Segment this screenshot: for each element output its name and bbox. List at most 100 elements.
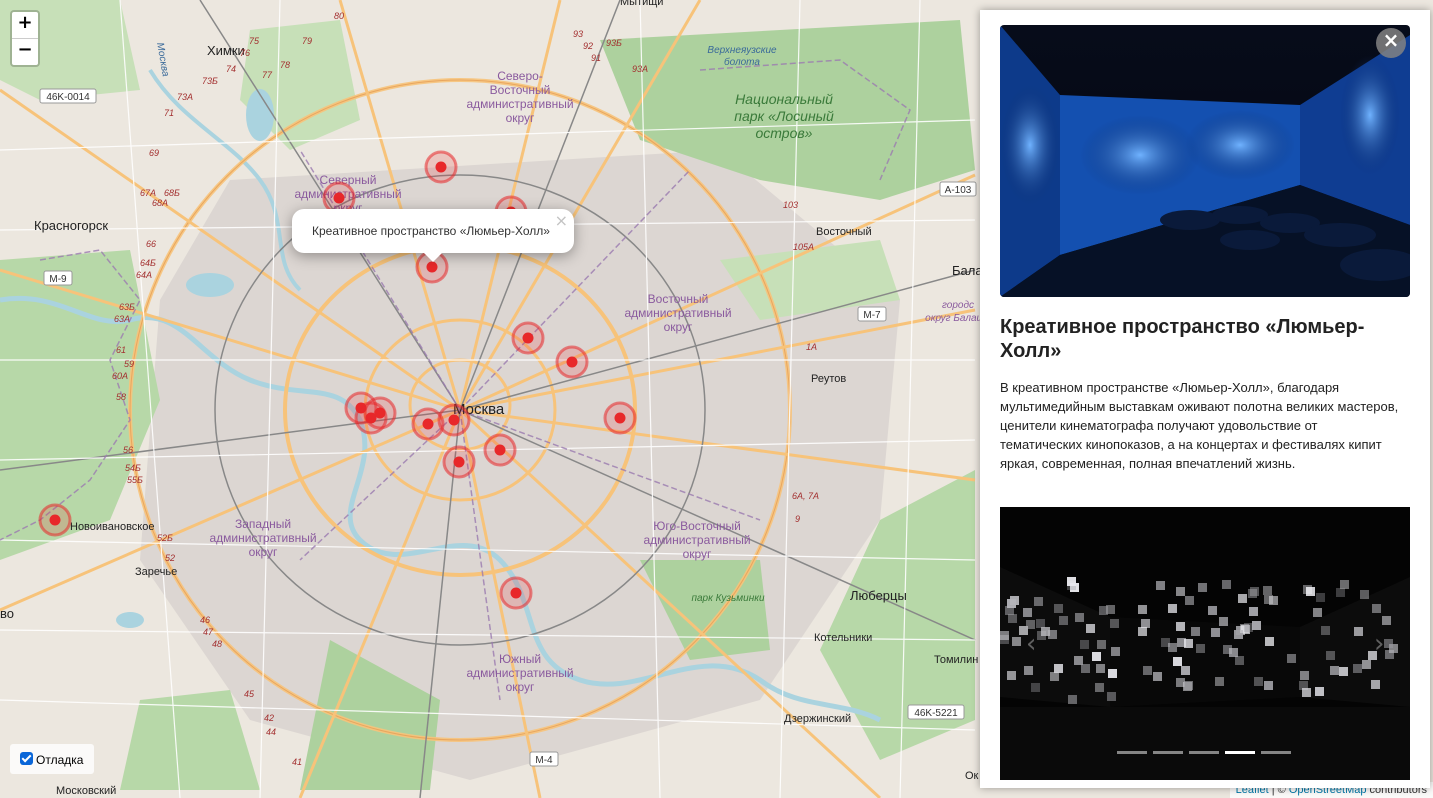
route-number: 74 [226,64,236,74]
district-label: округ [506,680,535,694]
carousel-prev-button[interactable]: ‹ [1026,629,1036,659]
place-marker[interactable] [483,433,517,467]
debug-checkbox[interactable] [20,752,33,765]
route-number: 69 [149,148,159,158]
map-label-bala: Бала [952,263,983,278]
park-kuzminki-label: парк Кузьминки [691,593,764,604]
route-number: 66 [146,239,156,249]
road-shield: A-103 [945,185,972,196]
route-number: 52 [165,553,175,563]
map-label-lyubertsy: Люберцы [850,588,907,603]
carousel-indicator[interactable] [1225,751,1255,754]
place-title: Креативное пространство «Люмьер-Холл» [1000,316,1365,362]
road-shield: 46K-5221 [914,708,958,719]
place-marker[interactable] [424,150,458,184]
place-marker[interactable] [38,503,72,537]
route-number: 78 [280,60,290,70]
route-number: 67A [140,188,156,198]
route-number: 73A [177,92,193,102]
place-marker[interactable] [442,445,476,479]
road-shield: M-9 [49,274,67,285]
debug-label[interactable]: Отладка [36,753,83,767]
place-marker[interactable] [499,576,533,610]
route-number: 75 [249,36,260,46]
district-label: Восточный [648,292,709,306]
debug-control: Отладка [10,744,94,774]
place-marker[interactable] [437,403,471,437]
district-label: округ [683,547,712,561]
map-label-kotelniki: Котельники [814,632,872,644]
zoom-out-button[interactable]: − [12,38,38,65]
place-marker[interactable] [511,321,545,355]
route-number: 48 [212,639,222,649]
popup-close-button[interactable]: × [555,211,568,230]
route-number: 80 [334,11,344,21]
route-number: 71 [164,108,174,118]
route-number: 68Б [164,188,180,198]
route-number: 59 [124,359,134,369]
map-label-vostochny: Восточный [816,226,872,238]
route-number: 47 [203,627,214,637]
map-label-krasnogorsk: Красногорск [34,218,108,233]
panel-close-button[interactable]: × [1376,28,1406,58]
district-label: Южный [499,652,541,666]
route-number: 44 [266,727,276,737]
carousel-indicator[interactable] [1153,751,1183,754]
route-number: 54Б [125,463,141,473]
route-number: 60A [112,371,128,381]
route-number: 76 [240,48,250,58]
route-number: 77 [262,70,273,80]
route-number: 56 [123,445,133,455]
route-number: 63A [114,314,130,324]
route-number: 9 [795,514,800,524]
route-number: 68A [152,198,168,208]
park-label: парк «Лосиный [734,108,834,124]
district-label: административный [466,97,573,111]
route-number: 52Б [157,533,173,543]
district-label: административный [643,533,750,547]
road-shield: M-4 [535,755,553,766]
district-label: Северо- [497,69,543,83]
carousel-indicator[interactable] [1261,751,1291,754]
bolota-label: болота [724,56,760,68]
map-popup: Креативное пространство «Люмьер-Холл» × [292,209,574,262]
carousel-next-button[interactable]: › [1374,629,1384,659]
map-label-zarechye: Заречье [135,566,177,578]
bolota-label: Верхнеяузские [707,45,777,56]
zoom-control: + − [10,10,40,67]
place-details-panel: × Креативное пространство «Люмьер-Холл» … [980,10,1430,788]
route-number: 55Б [127,475,143,485]
photo-carousel[interactable]: ‹ › [1000,507,1410,780]
road-shield: 46K-0014 [46,92,90,103]
route-number: 61 [116,345,126,355]
route-number: 103 [783,200,798,210]
gorod-label: округ Балаш [925,313,985,324]
district-label: Восточный [490,83,551,97]
route-number: 64Б [140,258,156,268]
district-label: Юго-Восточный [653,519,741,533]
route-number: 73Б [202,76,218,86]
map-label-dzerzhinsky: Дзержинский [784,713,851,725]
popup-tip [423,252,443,262]
map-label-reutov: Реутов [811,373,846,385]
district-label: округ [506,111,535,125]
place-marker[interactable] [555,345,589,379]
route-number: 42 [264,713,274,723]
hero-image [1000,25,1410,297]
place-marker[interactable] [603,401,637,435]
route-number: 93 [573,29,583,39]
route-number: 93Б [606,38,622,48]
route-number: 1A [806,342,817,352]
route-number: 63Б [119,302,135,312]
park-label: остров» [756,125,813,141]
district-label: округ [249,545,278,559]
carousel-indicator[interactable] [1189,751,1219,754]
zoom-in-button[interactable]: + [12,12,38,38]
popup-text: Креативное пространство «Люмьер-Холл» [312,224,550,238]
district-label: административный [209,531,316,545]
map-label-moskovsky: Московский [56,785,116,797]
carousel-indicator[interactable] [1117,751,1147,754]
road-shield: M-7 [863,310,881,321]
place-marker[interactable] [363,396,397,430]
route-number: 105A [793,242,814,252]
